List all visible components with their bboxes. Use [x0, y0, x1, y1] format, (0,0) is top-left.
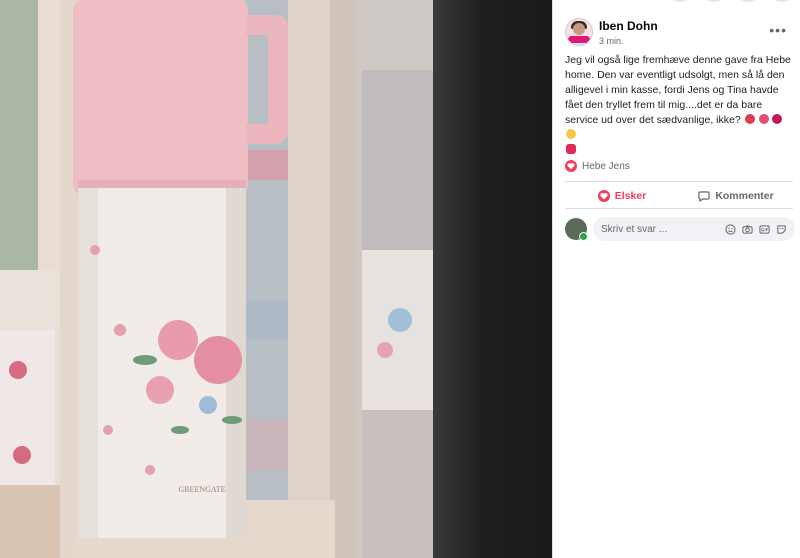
thermos-photo-illustration: GREENGATE	[0, 0, 433, 558]
comment-input[interactable]: Skriv et svar ...	[593, 217, 795, 241]
love-label: Elsker	[614, 190, 647, 202]
post-timestamp[interactable]: 3 min.	[599, 36, 658, 46]
post-body: Jeg vil også lige fremhæve denne gave fr…	[565, 53, 793, 158]
kiss-emoji-icon	[566, 144, 576, 154]
photo-viewer: GREENGATE	[0, 0, 552, 558]
comment-placeholder: Skriv et svar ...	[601, 223, 668, 235]
smile-emoji-icon	[566, 129, 576, 139]
broken-heart-emoji-icon	[744, 114, 755, 124]
love-button[interactable]: Elsker	[565, 184, 679, 208]
divider	[565, 208, 793, 209]
heart-reaction-icon	[565, 160, 577, 172]
hibiscus-emoji-icon	[772, 114, 783, 124]
commenter-avatar[interactable]	[565, 218, 588, 241]
heart-icon	[597, 190, 610, 202]
viewer-control-button[interactable]	[734, 0, 762, 2]
author-avatar[interactable]	[565, 18, 593, 46]
tulip-emoji-icon	[758, 114, 769, 124]
sticker-icon[interactable]	[776, 224, 787, 235]
emoji-icon[interactable]	[725, 223, 736, 235]
author-name[interactable]: Iben Dohn	[599, 19, 658, 33]
photo-backdrop	[433, 0, 552, 558]
viewer-control-button[interactable]	[666, 0, 694, 2]
camera-icon[interactable]	[742, 224, 753, 235]
comment-label: Kommenter	[715, 190, 774, 202]
post-text: Jeg vil også lige fremhæve denne gave fr…	[565, 54, 791, 126]
online-status-dot	[579, 232, 588, 241]
post-panel: Iben Dohn 3 min. ••• Jeg vil også lige f…	[552, 0, 800, 558]
comment-icon	[698, 191, 710, 202]
post-actions: Elsker Kommenter	[565, 184, 793, 208]
reaction-summary[interactable]: Hebe Jens	[565, 160, 630, 172]
comment-button[interactable]: Kommenter	[679, 184, 793, 208]
divider	[565, 181, 793, 182]
gif-icon[interactable]	[759, 224, 770, 235]
more-options-icon[interactable]: •••	[769, 22, 787, 38]
reaction-names: Hebe Jens	[582, 160, 630, 172]
viewer-control-button[interactable]	[768, 0, 796, 2]
brand-text: GREENGATE	[178, 485, 225, 494]
viewer-controls	[666, 0, 796, 2]
comment-composer: Skriv et svar ...	[565, 216, 795, 242]
post-header: Iben Dohn 3 min.	[565, 18, 658, 46]
viewer-control-button[interactable]	[700, 0, 728, 2]
post-photo: GREENGATE	[0, 0, 433, 558]
